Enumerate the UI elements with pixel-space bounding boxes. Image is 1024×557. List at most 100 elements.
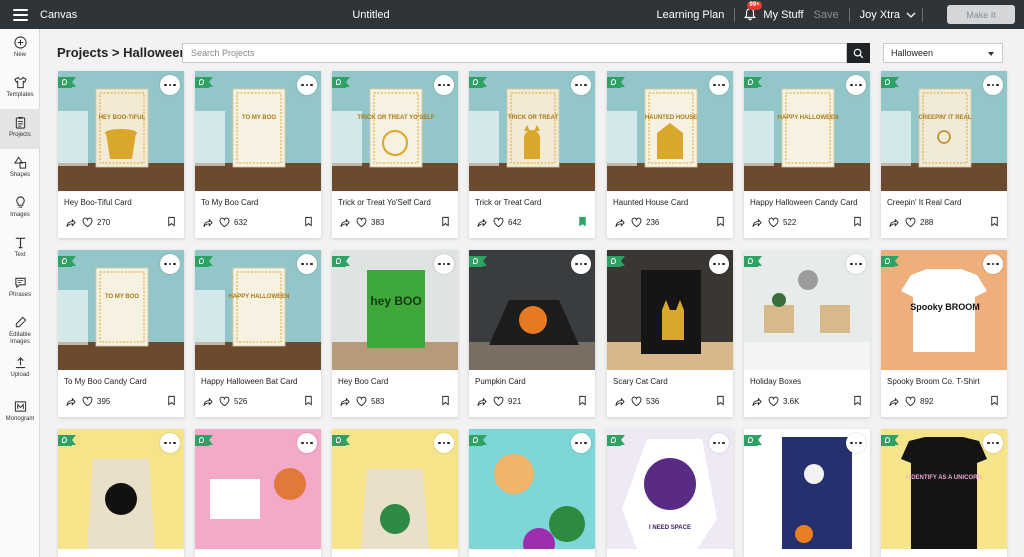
bookmark-icon[interactable]: [440, 216, 451, 227]
bookmark-icon[interactable]: [166, 395, 177, 406]
project-thumbnail[interactable]: [607, 250, 733, 370]
share-icon[interactable]: [65, 217, 76, 228]
project-card[interactable]: [58, 429, 184, 557]
more-options-button[interactable]: [983, 254, 1003, 274]
project-card[interactable]: [195, 429, 321, 557]
project-card[interactable]: Scary Cat Card 536: [607, 250, 733, 417]
more-options-button[interactable]: [297, 75, 317, 95]
project-card[interactable]: I IDENTIFY AS A UNICORN: [881, 429, 1007, 557]
more-options-button[interactable]: [434, 254, 454, 274]
project-card[interactable]: hey BOO Hey Boo Card 583: [332, 250, 458, 417]
project-title[interactable]: To My Boo Card: [195, 191, 321, 211]
project-thumbnail[interactable]: TRICK OR TREAT YO'SELF: [332, 71, 458, 191]
more-options-button[interactable]: [983, 433, 1003, 453]
project-card[interactable]: Spooky BROOM Spooky Broom Co. T-Shirt 892: [881, 250, 1007, 417]
project-card[interactable]: I NEED SPACE: [607, 429, 733, 557]
project-title[interactable]: Creepin' It Real Card: [881, 191, 1007, 211]
more-options-button[interactable]: [160, 75, 180, 95]
my-stuff-link[interactable]: My Stuff: [763, 9, 809, 21]
more-options-button[interactable]: [983, 75, 1003, 95]
share-icon[interactable]: [339, 217, 350, 228]
project-thumbnail[interactable]: hey BOO: [332, 250, 458, 370]
more-options-button[interactable]: [571, 254, 591, 274]
project-card[interactable]: HAPPY HALLOWEEN Happy Halloween Bat Card 5…: [195, 250, 321, 417]
project-card[interactable]: HAPPY HALLOWEEN Happy Halloween Candy Car…: [744, 71, 870, 238]
heart-icon[interactable]: [82, 396, 93, 407]
project-title[interactable]: Holiday Boxes: [744, 370, 870, 390]
sidebar-item-phrases[interactable]: Phrases: [0, 269, 40, 309]
bookmark-icon[interactable]: [715, 395, 726, 406]
project-card[interactable]: TO MY BOO To My Boo Candy Card 395: [58, 250, 184, 417]
share-icon[interactable]: [202, 217, 213, 228]
more-options-button[interactable]: [434, 433, 454, 453]
search-input[interactable]: [182, 43, 847, 63]
more-options-button[interactable]: [846, 254, 866, 274]
project-thumbnail[interactable]: Spooky BROOM: [881, 250, 1007, 370]
project-card[interactable]: Pumpkin Card 921: [469, 250, 595, 417]
project-title[interactable]: Happy Halloween Candy Card: [744, 191, 870, 211]
project-card[interactable]: [744, 429, 870, 557]
share-icon[interactable]: [751, 217, 762, 228]
project-title[interactable]: Hey Boo Card: [332, 370, 458, 390]
share-icon[interactable]: [65, 396, 76, 407]
heart-icon[interactable]: [768, 396, 779, 407]
project-card[interactable]: [332, 429, 458, 557]
bookmark-icon[interactable]: [303, 216, 314, 227]
heart-icon[interactable]: [768, 217, 779, 228]
sidebar-item-projects[interactable]: Projects: [0, 109, 40, 149]
project-card[interactable]: HAUNTED HOUSE Haunted House Card 236: [607, 71, 733, 238]
project-card[interactable]: HEY BOO-TIFUL Hey Boo-Tiful Card 270: [58, 71, 184, 238]
bookmark-icon[interactable]: [577, 216, 588, 227]
project-card[interactable]: CREEPIN' IT REAL Creepin' It Real Card 288: [881, 71, 1007, 238]
heart-icon[interactable]: [631, 396, 642, 407]
project-thumbnail[interactable]: I IDENTIFY AS A UNICORN: [881, 429, 1007, 549]
project-title[interactable]: To My Boo Candy Card: [58, 370, 184, 390]
heart-icon[interactable]: [356, 217, 367, 228]
user-menu[interactable]: Joy Xtra: [850, 9, 922, 21]
project-card[interactable]: [469, 429, 595, 557]
more-options-button[interactable]: [297, 254, 317, 274]
more-options-button[interactable]: [160, 433, 180, 453]
project-thumbnail[interactable]: HAUNTED HOUSE: [607, 71, 733, 191]
share-icon[interactable]: [888, 217, 899, 228]
sidebar-item-images[interactable]: Images: [0, 189, 40, 229]
heart-icon[interactable]: [356, 396, 367, 407]
search-button[interactable]: [847, 43, 870, 63]
bookmark-icon[interactable]: [852, 216, 863, 227]
more-options-button[interactable]: [846, 433, 866, 453]
sidebar-item-templates[interactable]: Templates: [0, 69, 40, 109]
project-thumbnail[interactable]: HAPPY HALLOWEEN: [744, 71, 870, 191]
share-icon[interactable]: [751, 396, 762, 407]
project-title[interactable]: Haunted House Card: [607, 191, 733, 211]
project-thumbnail[interactable]: TO MY BOO: [58, 250, 184, 370]
project-thumbnail[interactable]: HAPPY HALLOWEEN: [195, 250, 321, 370]
project-thumbnail[interactable]: HEY BOO-TIFUL: [58, 71, 184, 191]
more-options-button[interactable]: [160, 254, 180, 274]
share-icon[interactable]: [614, 396, 625, 407]
make-it-button[interactable]: Make It: [947, 5, 1015, 24]
project-thumbnail[interactable]: I NEED SPACE: [607, 429, 733, 549]
bell-icon[interactable]: 99+: [743, 0, 762, 23]
bookmark-icon[interactable]: [166, 216, 177, 227]
project-card[interactable]: TRICK OR TREAT YO'SELF Trick or Treat Yo'…: [332, 71, 458, 238]
project-title[interactable]: Happy Halloween Bat Card: [195, 370, 321, 390]
bookmark-icon[interactable]: [303, 395, 314, 406]
more-options-button[interactable]: [571, 75, 591, 95]
more-options-button[interactable]: [709, 75, 729, 95]
breadcrumb[interactable]: Projects > Halloween: [57, 45, 187, 60]
sidebar-item-editable-images[interactable]: Editable Images: [0, 309, 40, 349]
project-title[interactable]: Trick or Treat Card: [469, 191, 595, 211]
more-options-button[interactable]: [709, 254, 729, 274]
heart-icon[interactable]: [905, 396, 916, 407]
learning-plan-link[interactable]: Learning Plan: [647, 9, 735, 21]
heart-icon[interactable]: [219, 396, 230, 407]
share-icon[interactable]: [202, 396, 213, 407]
more-options-button[interactable]: [434, 75, 454, 95]
share-icon[interactable]: [476, 217, 487, 228]
bookmark-icon[interactable]: [989, 216, 1000, 227]
project-thumbnail[interactable]: CREEPIN' IT REAL: [881, 71, 1007, 191]
project-card[interactable]: TO MY BOO To My Boo Card 632: [195, 71, 321, 238]
project-title[interactable]: Trick or Treat Yo'Self Card: [332, 191, 458, 211]
project-card[interactable]: TRICK OR TREAT Trick or Treat Card 642: [469, 71, 595, 238]
sidebar-item-text[interactable]: Text: [0, 229, 40, 269]
